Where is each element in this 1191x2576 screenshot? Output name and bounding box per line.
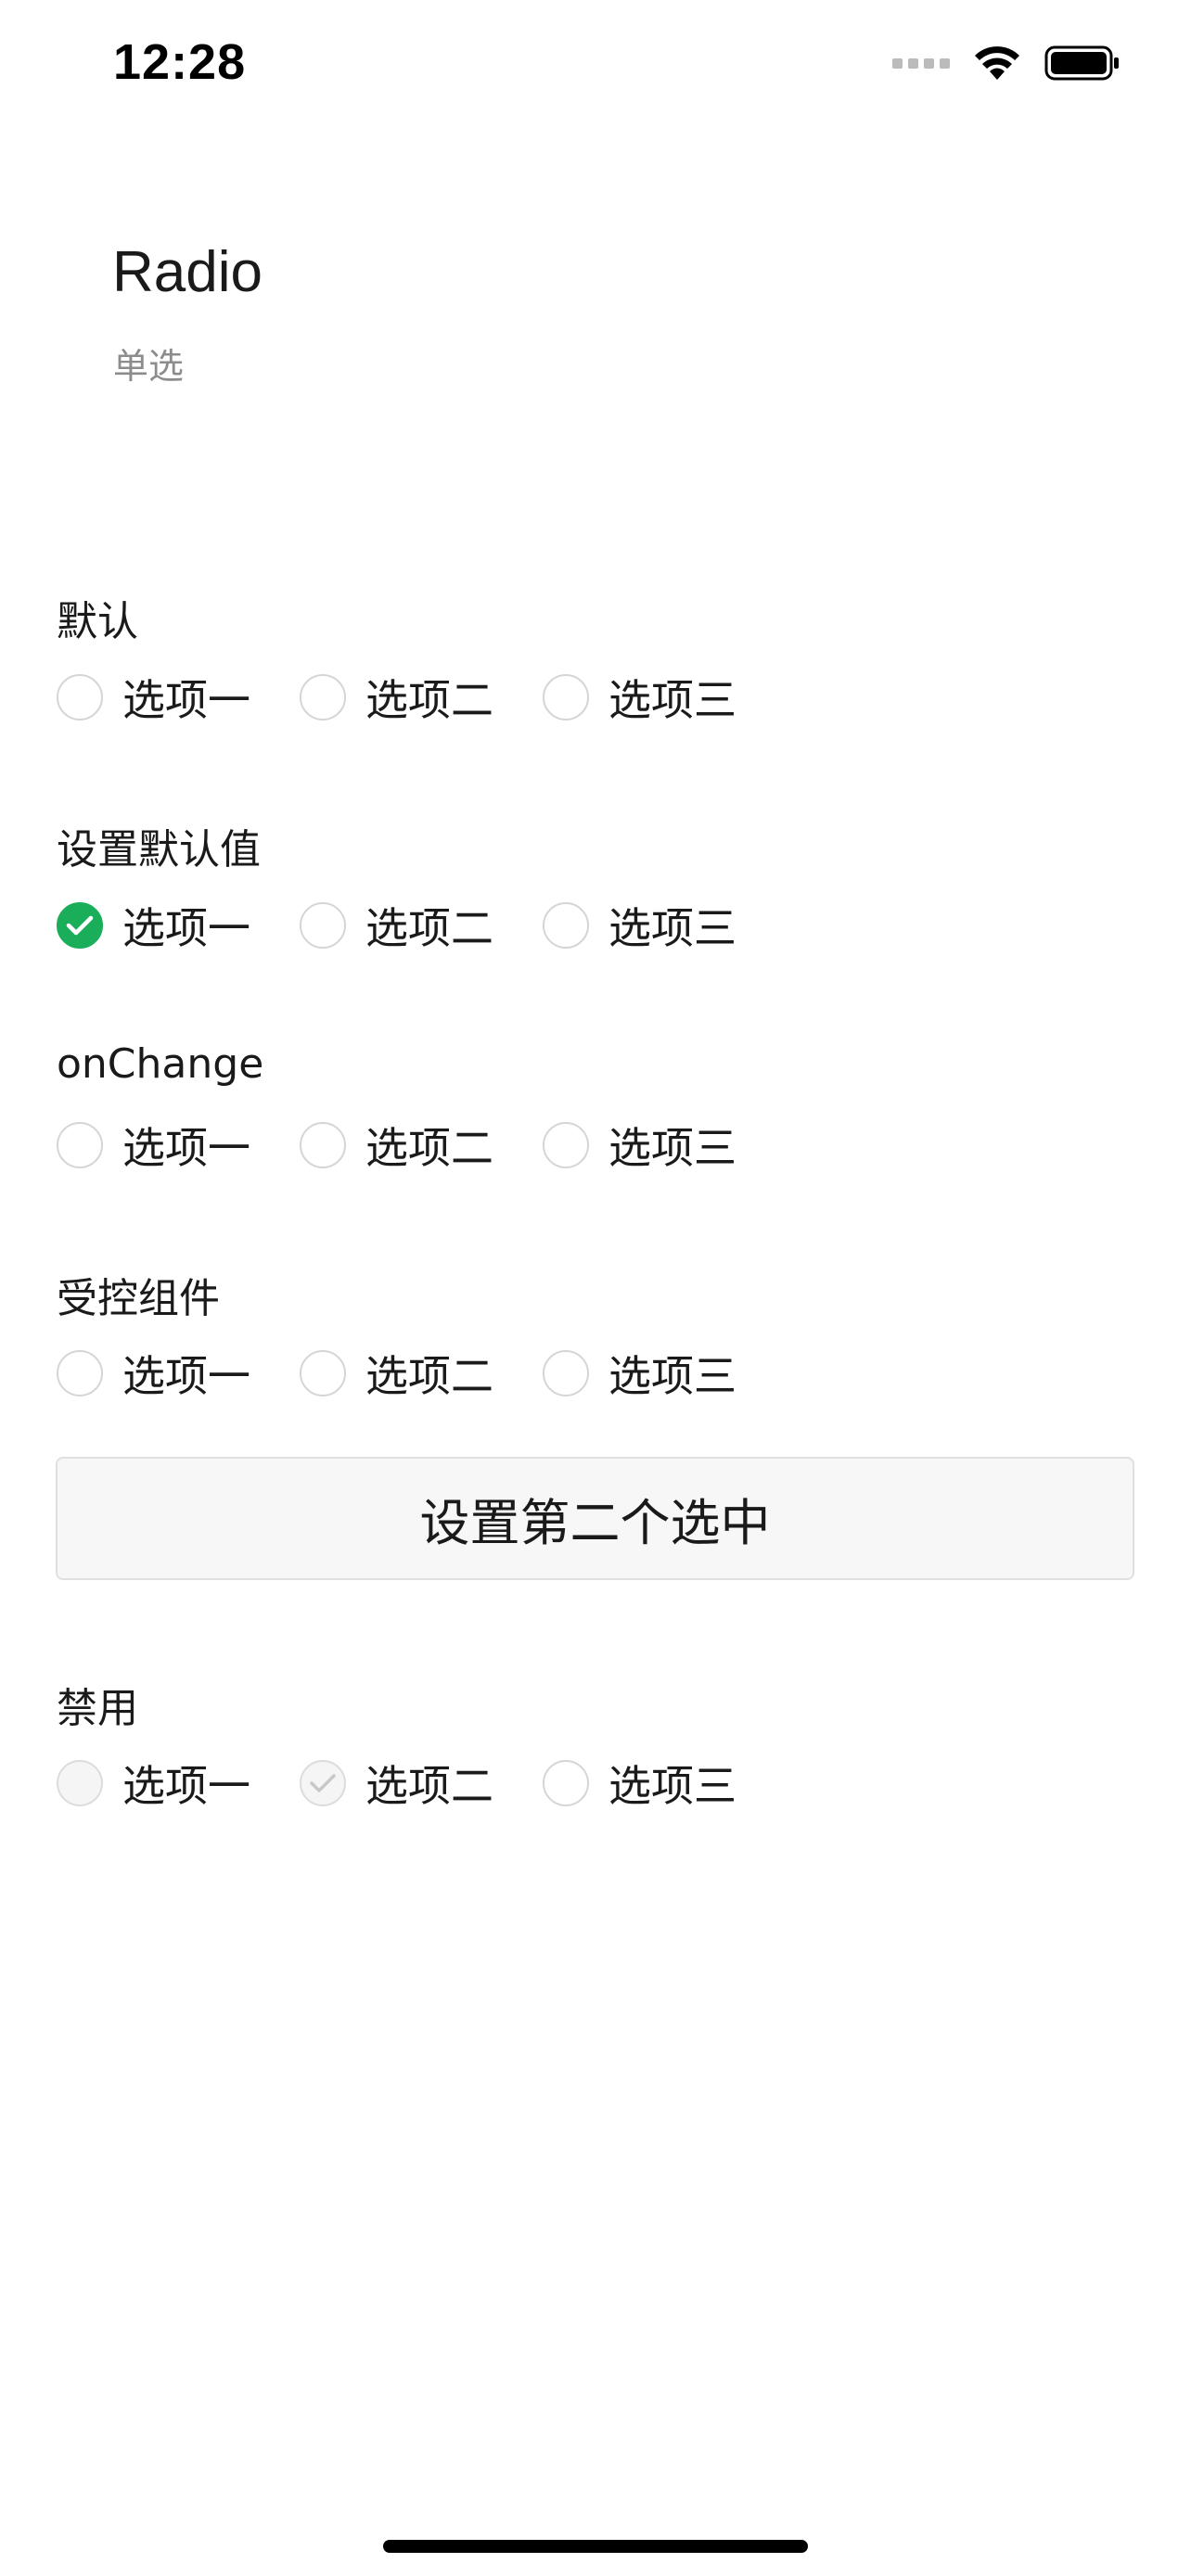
radio-label: 选项三 <box>608 1123 736 1173</box>
radio-label: 选项二 <box>365 903 493 953</box>
radio-circle[interactable] <box>543 1760 589 1806</box>
radio-label: 选项一 <box>122 1123 250 1173</box>
radio-group-default: 选项一 选项二 选项三 <box>57 670 786 725</box>
radio-label: 选项三 <box>608 903 736 953</box>
radio-label: 选项二 <box>365 1351 493 1401</box>
radio-label: 选项三 <box>608 1351 736 1401</box>
radio-label: 选项二 <box>365 1123 493 1173</box>
radio-circle[interactable] <box>57 1350 103 1396</box>
radio-option[interactable]: 选项一 <box>57 895 300 956</box>
radio-label: 选项一 <box>122 675 250 725</box>
page-subtitle: 单选 <box>113 346 185 387</box>
status-icons <box>892 45 1121 82</box>
radio-option[interactable]: 选项二 <box>300 895 543 956</box>
radio-option-disabled-checked: 选项二 <box>300 1753 543 1814</box>
radio-circle[interactable] <box>300 1350 346 1396</box>
radio-circle-disabled-checked <box>300 1760 346 1806</box>
radio-circle[interactable] <box>57 674 103 721</box>
radio-group-disabled: 选项一 选项二 选项三 <box>57 1755 786 1811</box>
radio-circle[interactable] <box>543 1122 589 1168</box>
section-title-default: 默认 <box>57 598 138 645</box>
radio-circle-checked[interactable] <box>57 902 103 949</box>
status-time: 12:28 <box>113 34 247 90</box>
radio-group-on-change: 选项一 选项二 选项三 <box>57 1117 786 1173</box>
radio-option[interactable]: 选项一 <box>57 1343 300 1404</box>
radio-label: 选项一 <box>122 903 250 953</box>
radio-circle-disabled <box>57 1760 103 1806</box>
radio-option[interactable]: 选项二 <box>300 1115 543 1176</box>
radio-option[interactable]: 选项一 <box>57 1115 300 1176</box>
check-icon <box>310 1774 336 1792</box>
radio-circle[interactable] <box>300 902 346 949</box>
radio-option[interactable]: 选项一 <box>57 667 300 728</box>
radio-option[interactable]: 选项三 <box>543 667 786 728</box>
radio-option[interactable]: 选项三 <box>543 1753 786 1814</box>
status-bar: 12:28 <box>0 0 1191 130</box>
section-title-controlled: 受控组件 <box>57 1275 220 1322</box>
radio-option[interactable]: 选项三 <box>543 895 786 956</box>
radio-label: 选项三 <box>608 1761 736 1811</box>
radio-circle[interactable] <box>543 1350 589 1396</box>
radio-circle[interactable] <box>543 674 589 721</box>
radio-option[interactable]: 选项三 <box>543 1343 786 1404</box>
radio-option[interactable]: 选项三 <box>543 1115 786 1176</box>
home-indicator[interactable] <box>383 2540 808 2553</box>
radio-circle[interactable] <box>57 1122 103 1168</box>
radio-option[interactable]: 选项二 <box>300 667 543 728</box>
section-title-on-change: onChange <box>57 1040 264 1088</box>
radio-label: 选项二 <box>365 1761 493 1811</box>
signal-dots-icon <box>892 58 950 69</box>
radio-group-default-value: 选项一 选项二 选项三 <box>57 898 786 953</box>
set-second-selected-button[interactable]: 设置第二个选中 <box>56 1457 1134 1580</box>
page-title: Radio <box>112 240 263 304</box>
radio-label: 选项一 <box>122 1351 250 1401</box>
radio-label: 选项一 <box>122 1761 250 1811</box>
battery-icon <box>1044 45 1119 81</box>
section-title-default-value: 设置默认值 <box>57 826 261 874</box>
radio-circle[interactable] <box>300 1122 346 1168</box>
section-title-disabled: 禁用 <box>57 1685 138 1732</box>
radio-label: 选项二 <box>365 675 493 725</box>
wifi-icon <box>975 46 1019 80</box>
radio-option-disabled: 选项一 <box>57 1753 300 1814</box>
radio-circle[interactable] <box>543 902 589 949</box>
radio-label: 选项三 <box>608 675 736 725</box>
radio-circle[interactable] <box>300 674 346 721</box>
radio-option[interactable]: 选项二 <box>300 1343 543 1404</box>
check-icon <box>66 915 94 936</box>
radio-group-controlled: 选项一 选项二 选项三 <box>57 1345 786 1401</box>
